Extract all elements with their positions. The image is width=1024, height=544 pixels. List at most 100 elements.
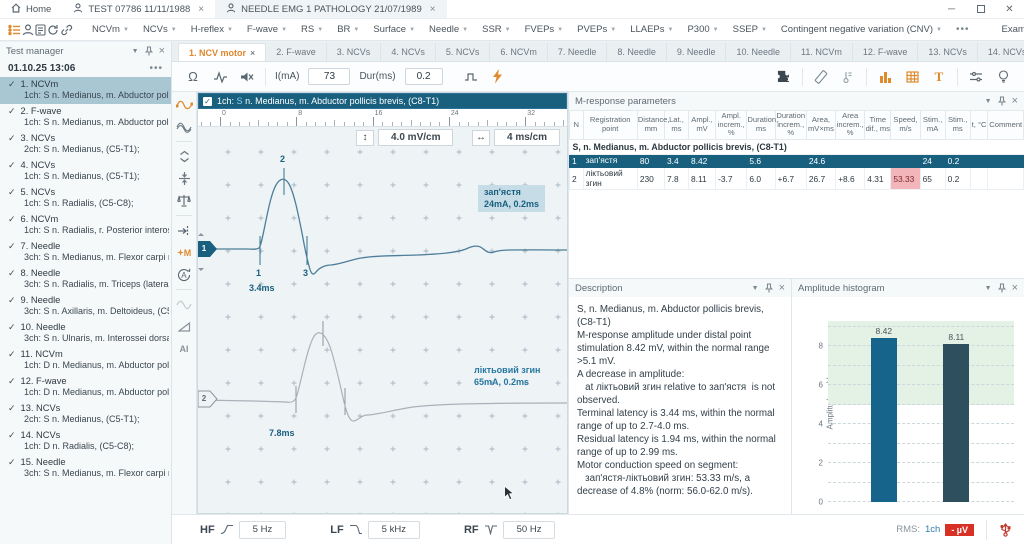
exam-tab[interactable]: 4. NCVs: [381, 43, 436, 61]
channel-1-number[interactable]: 1: [198, 244, 210, 253]
column-header[interactable]: Speed, m/s: [891, 111, 920, 140]
active-trace-icon[interactable]: [175, 97, 193, 112]
channel-2-number[interactable]: 2: [198, 394, 210, 403]
column-header[interactable]: t, °C: [970, 111, 988, 140]
menu-item[interactable]: SSR▼: [475, 24, 518, 35]
wave-area[interactable]: 1 2 ↕ 4.0 mV/cm ↔ 4 ms/cm 1 2 3 3.4m: [198, 127, 567, 513]
table-view-icon[interactable]: [903, 68, 921, 86]
trace-2-site-tag[interactable]: ліктьовий згин65mA, 0.2ms: [474, 365, 540, 388]
test-list-item[interactable]: ✓6. NCVm1ch: S n. Radialis, r. Posterior…: [0, 212, 171, 239]
table-row[interactable]: 2ліктьовий згин2307.88.11-3.76.0+6.726.7…: [570, 168, 1024, 190]
column-header[interactable]: Comment: [988, 111, 1024, 140]
test-list-item[interactable]: ✓15. Needle3ch: S n. Medianus, m. Flexor…: [0, 455, 171, 482]
pin-icon[interactable]: [765, 283, 773, 293]
gain-value[interactable]: 4.0 mV/cm: [378, 129, 453, 146]
angle-tool-icon[interactable]: [175, 319, 193, 334]
impedance-icon[interactable]: Ω: [184, 68, 202, 86]
signal-icon[interactable]: [211, 68, 229, 86]
exam-tab[interactable]: 14. NCVs: [978, 43, 1024, 61]
histogram-bar[interactable]: 8.42: [871, 338, 897, 502]
column-header[interactable]: Stim., ms: [945, 111, 970, 140]
channel-checkbox[interactable]: ✓: [203, 97, 212, 106]
auto-analysis-icon[interactable]: A: [175, 267, 193, 282]
close-tab-icon[interactable]: ×: [430, 4, 436, 15]
marker-2-label[interactable]: 2: [280, 154, 285, 164]
exam-tab[interactable]: 12. F-wave: [853, 43, 919, 61]
trace-1-site-tag[interactable]: зап'ястя24mA, 0.2ms: [478, 185, 545, 212]
test-list-item[interactable]: ✓14. NCVs1ch: D n. Radialis, (C5-C8);: [0, 428, 171, 455]
test-list-item[interactable]: ✓2. F-wave1ch: S n. Medianus, m. Abducto…: [0, 104, 171, 131]
menu-item[interactable]: NCVs▼: [136, 24, 184, 35]
column-header[interactable]: Area, mV×ms: [806, 111, 835, 140]
menu-item[interactable]: RS▼: [294, 24, 330, 35]
menu-item[interactable]: FVEPs▼: [518, 24, 571, 35]
pin-icon[interactable]: [145, 46, 153, 56]
menu-item[interactable]: NCVm▼: [85, 24, 136, 35]
close-tab-icon[interactable]: ×: [250, 48, 255, 58]
channel-header[interactable]: ✓ 1ch: S n. Medianus, m. Abductor pollic…: [198, 93, 567, 109]
panel-close-icon[interactable]: ×: [1012, 95, 1018, 107]
column-header[interactable]: Ampl. increm., %: [716, 111, 747, 140]
maximize-button[interactable]: [966, 0, 995, 18]
ai-tool-icon[interactable]: AI: [175, 341, 193, 356]
pin-icon[interactable]: [998, 96, 1006, 106]
panel-menu-icon[interactable]: ▼: [985, 98, 992, 105]
refresh-icon[interactable]: [47, 21, 59, 39]
settings-sliders-icon[interactable]: [967, 68, 985, 86]
lightbulb-icon[interactable]: [994, 68, 1012, 86]
menu-item[interactable]: LLAEPs▼: [623, 24, 680, 35]
document-icon[interactable]: [35, 21, 46, 39]
test-list-item[interactable]: ✓3. NCVs2ch: S n. Medianus, (C5-T1);: [0, 131, 171, 158]
test-list-item[interactable]: ✓5. NCVs1ch: S n. Radialis, (C5-C8);: [0, 185, 171, 212]
sweep-value[interactable]: 4 ms/cm: [494, 129, 560, 146]
thermometer-icon[interactable]: [839, 68, 857, 86]
panel-menu-icon[interactable]: ▼: [132, 48, 139, 55]
hf-value[interactable]: 5 Hz: [239, 521, 287, 539]
exam-tab[interactable]: 5. NCVs: [436, 43, 491, 61]
ghost-trace-icon[interactable]: [175, 297, 193, 312]
link-icon[interactable]: [60, 21, 73, 39]
test-list-item[interactable]: ✓12. F-wave1ch: D n. Medianus, m. Abduct…: [0, 374, 171, 401]
overlay-traces-icon[interactable]: [175, 119, 193, 134]
menu-item[interactable]: F-wave▼: [240, 24, 294, 35]
menu-item[interactable]: PVEPs▼: [570, 24, 623, 35]
test-list-item[interactable]: ✓7. Needle3ch: S n. Medianus, m. Flexor …: [0, 239, 171, 266]
protocol-list-icon[interactable]: [8, 21, 21, 39]
menu-overflow[interactable]: •••: [950, 24, 976, 35]
pulse-icon[interactable]: [462, 68, 480, 86]
panel-menu-icon[interactable]: ▼: [985, 285, 992, 292]
exam-tab[interactable]: 2. F-wave: [266, 43, 327, 61]
exam-tab[interactable]: 3. NCVs: [327, 43, 382, 61]
test-list-item[interactable]: ✓4. NCVs1ch: S n. Medianus, (C5-T1);: [0, 158, 171, 185]
lf-value[interactable]: 5 kHz: [368, 521, 420, 539]
column-header[interactable]: Registration point: [583, 111, 637, 140]
duration-input[interactable]: 0.2: [405, 68, 443, 85]
test-list-item[interactable]: ✓11. NCVm1ch: D n. Medianus, m. Abductor…: [0, 347, 171, 374]
fit-amplitude-icon[interactable]: [175, 171, 193, 186]
test-list-item[interactable]: ✓8. Needle3ch: S n. Radialis, m. Triceps…: [0, 266, 171, 293]
menu-exam-templates[interactable]: Exam templates▼: [994, 24, 1024, 35]
panel-menu-icon[interactable]: ▼: [752, 285, 759, 292]
column-header[interactable]: Duration, ms: [747, 111, 775, 140]
test-list-item[interactable]: ✓1. NCVm1ch: S n. Medianus, m. Abductor …: [0, 77, 171, 104]
menu-item[interactable]: Contingent negative variation (CNV)▼: [774, 24, 949, 35]
session-row[interactable]: 01.10.25 13:06 •••: [0, 60, 171, 76]
vertical-scale-icon[interactable]: ↕: [356, 130, 374, 146]
table-row[interactable]: 1зап'ястя803.48.425.624.6240.2: [570, 155, 1024, 168]
expand-collapse-icon[interactable]: [175, 149, 193, 164]
test-list-item[interactable]: ✓10. Needle3ch: S n. Ulnaris, m. Interos…: [0, 320, 171, 347]
exam-tab[interactable]: 1. NCV motor×: [178, 43, 266, 61]
menu-item[interactable]: P300▼: [680, 24, 725, 35]
exam-tab[interactable]: 13. NCVs: [918, 43, 978, 61]
app-tab[interactable]: NEEDLE EMG 1 PATHOLOGY 21/07/1989×: [215, 0, 446, 18]
move-marker-icon[interactable]: [175, 223, 193, 238]
column-header[interactable]: Stim., mA: [920, 111, 945, 140]
test-list-item[interactable]: ✓9. Needle3ch: S n. Axillaris, m. Deltoi…: [0, 293, 171, 320]
column-header[interactable]: Time dif., ms: [865, 111, 891, 140]
app-tab[interactable]: Home: [0, 0, 62, 18]
column-header[interactable]: Duration increm., %: [775, 111, 806, 140]
histogram-bar[interactable]: 8.11: [943, 344, 969, 502]
exam-tab[interactable]: 11. NCVm: [791, 43, 853, 61]
panel-close-icon[interactable]: ×: [1012, 282, 1018, 294]
close-button[interactable]: ✕: [995, 0, 1024, 18]
